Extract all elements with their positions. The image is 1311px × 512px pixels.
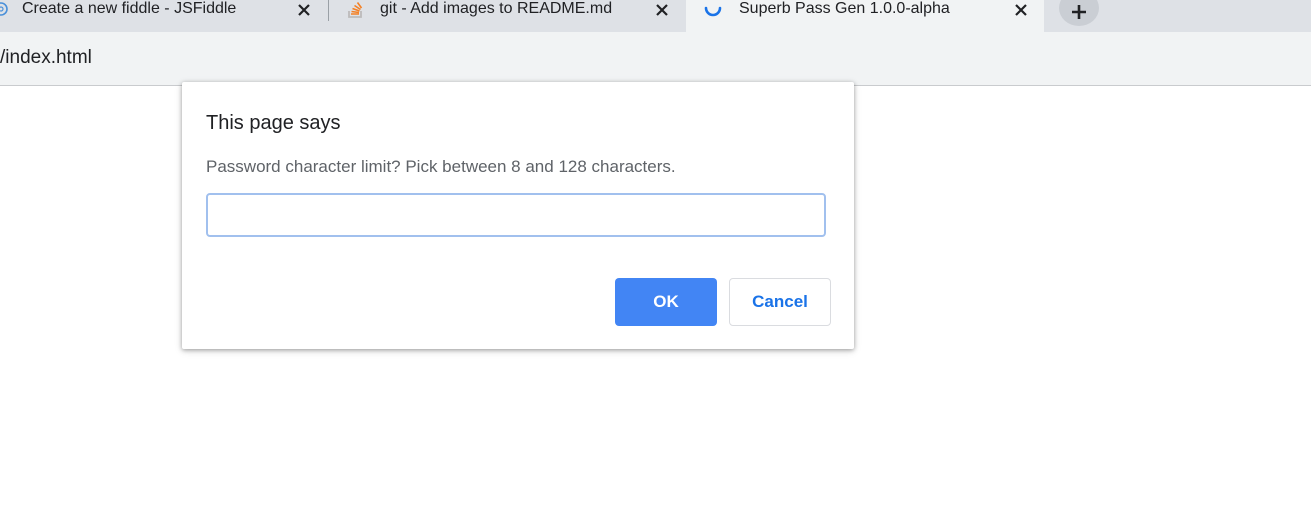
tab-superb-pass-gen[interactable]: Superb Pass Gen 1.0.0-alpha xyxy=(686,0,1044,30)
jsfiddle-icon xyxy=(0,0,10,23)
stackoverflow-icon xyxy=(347,0,365,24)
tab-stackoverflow[interactable]: git - Add images to README.md xyxy=(330,0,680,30)
cancel-button[interactable]: Cancel xyxy=(729,278,831,326)
tab-title: Create a new fiddle - JSFiddle xyxy=(22,0,237,17)
address-bar-url[interactable]: /index.html xyxy=(0,47,92,69)
prompt-input[interactable] xyxy=(206,193,826,237)
dialog-title: This page says xyxy=(206,112,341,134)
tab-strip: Create a new fiddle - JSFiddle git - Add… xyxy=(0,0,1311,32)
dialog-message: Password character limit? Pick between 8… xyxy=(206,157,676,176)
close-tab-icon[interactable] xyxy=(295,1,313,19)
ok-button[interactable]: OK xyxy=(615,278,717,326)
tab-divider xyxy=(328,0,329,21)
tab-title: Superb Pass Gen 1.0.0-alpha xyxy=(739,0,950,17)
new-tab-button[interactable] xyxy=(1059,0,1099,26)
close-tab-icon[interactable] xyxy=(653,1,671,19)
plus-icon xyxy=(1071,4,1087,25)
tab-title: git - Add images to README.md xyxy=(380,0,613,17)
tab-jsfiddle[interactable]: Create a new fiddle - JSFiddle xyxy=(0,0,326,30)
browser-toolbar: /index.html xyxy=(0,32,1311,86)
loading-spinner-icon xyxy=(702,0,724,26)
close-tab-icon[interactable] xyxy=(1012,1,1030,19)
prompt-dialog: This page says Password character limit?… xyxy=(182,82,854,349)
